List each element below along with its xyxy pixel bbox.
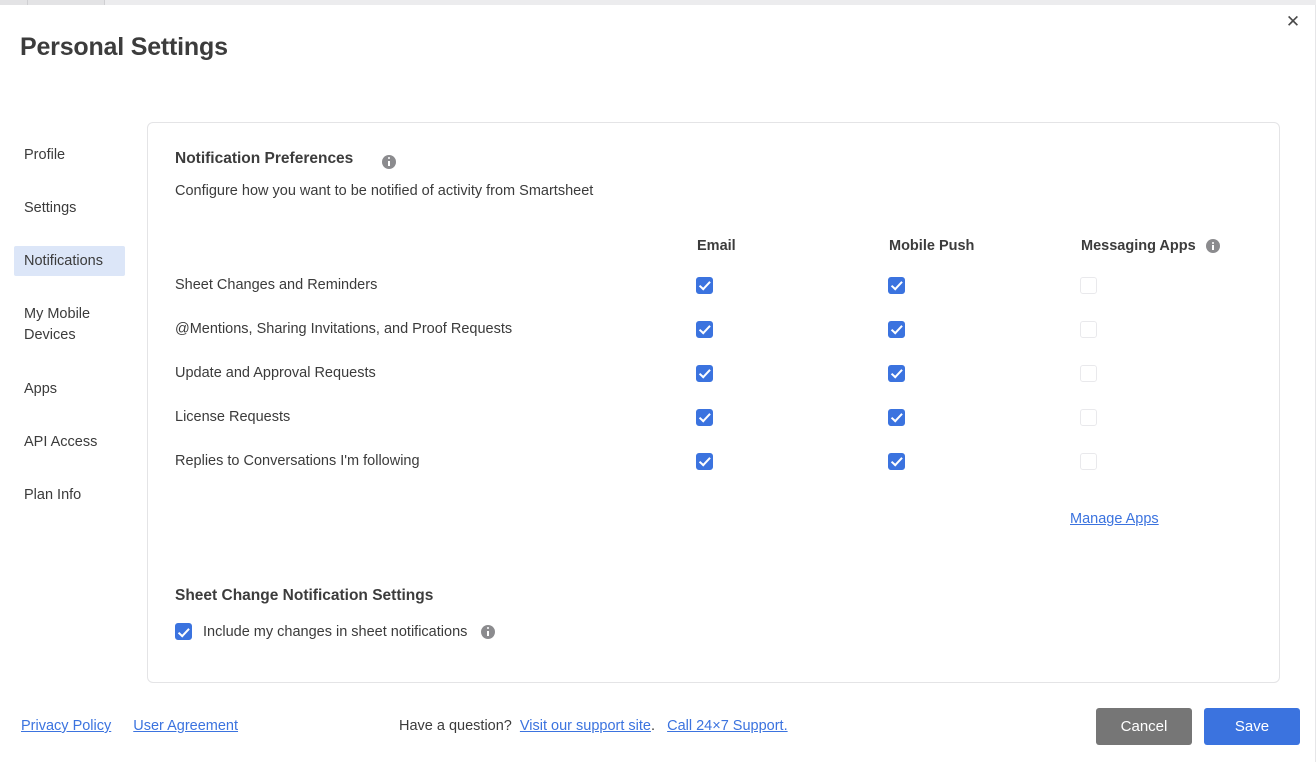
- checkbox-include-my-changes[interactable]: [175, 623, 192, 640]
- info-icon-include-my-changes[interactable]: [481, 624, 496, 639]
- checkbox-email[interactable]: [696, 452, 713, 470]
- save-button[interactable]: Save: [1204, 708, 1300, 745]
- manage-apps-spacer: [175, 511, 1070, 527]
- column-header-messaging-apps: Messaging Apps: [1070, 238, 1262, 254]
- table-row: Replies to Conversations I'm following: [175, 439, 1255, 483]
- page-title: Personal Settings: [20, 33, 228, 61]
- table-row: Sheet Changes and Reminders: [175, 263, 1255, 307]
- chrome-seam-2: [104, 0, 105, 5]
- section-title: Notification Preferences: [175, 150, 354, 167]
- cell-messaging-apps: [1070, 276, 1262, 294]
- row-label: Replies to Conversations I'm following: [175, 453, 420, 469]
- row-label: @Mentions, Sharing Invitations, and Proo…: [175, 321, 513, 337]
- sidebar-item-plan-info[interactable]: Plan Info: [14, 480, 125, 510]
- info-icon-notification-preferences[interactable]: [382, 154, 396, 169]
- cell-email: [686, 276, 878, 294]
- checkbox-email[interactable]: [696, 364, 713, 382]
- cell-mobile-push: [878, 320, 1070, 338]
- cell-mobile-push: [878, 276, 1070, 294]
- call-support-link[interactable]: Call 24×7 Support.: [667, 718, 788, 734]
- column-header-mobile-push-label: Mobile Push: [889, 238, 975, 254]
- checkbox-email[interactable]: [696, 408, 713, 426]
- cell-email: [686, 364, 878, 382]
- sheet-change-settings-title: Sheet Change Notification Settings: [175, 587, 434, 604]
- section-subtitle: Configure how you want to be notified of…: [175, 183, 594, 199]
- table-row: @Mentions, Sharing Invitations, and Proo…: [175, 307, 1255, 351]
- manage-apps-row: Manage Apps: [175, 511, 1255, 527]
- cell-email: [686, 408, 878, 426]
- include-my-changes-row: Include my changes in sheet notification…: [175, 623, 496, 640]
- cell-mobile-push: [878, 408, 1070, 426]
- cell-email: [686, 452, 878, 470]
- column-header-email-label: Email: [697, 238, 736, 254]
- sidebar-nav: Profile Settings Notifications My Mobile…: [0, 140, 148, 510]
- sidebar-item-apps[interactable]: Apps: [14, 374, 125, 404]
- cell-messaging-apps: [1070, 364, 1262, 382]
- privacy-policy-link[interactable]: Privacy Policy: [21, 718, 111, 734]
- cell-mobile-push: [878, 364, 1070, 382]
- checkbox-email[interactable]: [696, 320, 713, 338]
- info-icon-messaging-apps[interactable]: [1205, 239, 1220, 253]
- row-label: Update and Approval Requests: [175, 365, 376, 381]
- checkbox-messaging-apps: [1080, 408, 1097, 426]
- window-chrome-strip: [0, 0, 1316, 5]
- checkbox-email[interactable]: [696, 276, 713, 294]
- user-agreement-link[interactable]: User Agreement: [133, 718, 238, 734]
- notifications-panel: Notification Preferences Configure how y…: [147, 122, 1280, 683]
- checkbox-messaging-apps: [1080, 364, 1097, 382]
- table-row: License Requests: [175, 395, 1255, 439]
- cell-mobile-push: [878, 452, 1070, 470]
- sidebar-item-api-access[interactable]: API Access: [14, 427, 125, 457]
- column-header-messaging-apps-label: Messaging Apps: [1081, 238, 1196, 254]
- cancel-button[interactable]: Cancel: [1096, 708, 1192, 745]
- chrome-strip-fill: [105, 0, 1316, 5]
- notification-preferences-table: Email Mobile Push Messaging Apps Sheet C…: [175, 229, 1255, 483]
- checkbox-messaging-apps: [1080, 320, 1097, 338]
- include-my-changes-label: Include my changes in sheet notification…: [203, 623, 468, 640]
- row-label: License Requests: [175, 409, 291, 425]
- footer-action-buttons: Cancel Save: [1096, 708, 1300, 745]
- close-icon[interactable]: ✕: [1278, 6, 1308, 36]
- sidebar-item-settings[interactable]: Settings: [14, 193, 125, 223]
- sidebar-item-profile[interactable]: Profile: [14, 140, 125, 170]
- checkbox-mobile-push[interactable]: [888, 276, 905, 294]
- manage-apps-link[interactable]: Manage Apps: [1070, 511, 1159, 527]
- footer-help-text: Have a question? Visit our support site.…: [399, 718, 788, 734]
- support-site-link[interactable]: Visit our support site: [520, 718, 651, 734]
- sidebar-item-my-mobile-devices[interactable]: My Mobile Devices: [14, 299, 125, 351]
- footer-legal-links: Privacy Policy User Agreement: [21, 718, 238, 734]
- column-header-mobile-push: Mobile Push: [878, 238, 1070, 254]
- checkbox-messaging-apps: [1080, 452, 1097, 470]
- table-row: Update and Approval Requests: [175, 351, 1255, 395]
- cell-email: [686, 320, 878, 338]
- checkbox-messaging-apps: [1080, 276, 1097, 294]
- cell-messaging-apps: [1070, 320, 1262, 338]
- checkbox-mobile-push[interactable]: [888, 408, 905, 426]
- cell-messaging-apps: [1070, 408, 1262, 426]
- checkbox-mobile-push[interactable]: [888, 320, 905, 338]
- chrome-seam-1: [27, 0, 28, 5]
- checkbox-mobile-push[interactable]: [888, 364, 905, 382]
- sidebar-item-notifications[interactable]: Notifications: [14, 246, 125, 276]
- help-prefix-label: Have a question?: [399, 718, 512, 734]
- cell-messaging-apps: [1070, 452, 1262, 470]
- help-period: .: [651, 718, 656, 734]
- table-header-row: Email Mobile Push Messaging Apps: [175, 229, 1255, 263]
- row-label: Sheet Changes and Reminders: [175, 277, 378, 293]
- column-header-email: Email: [686, 238, 878, 254]
- checkbox-mobile-push[interactable]: [888, 452, 905, 470]
